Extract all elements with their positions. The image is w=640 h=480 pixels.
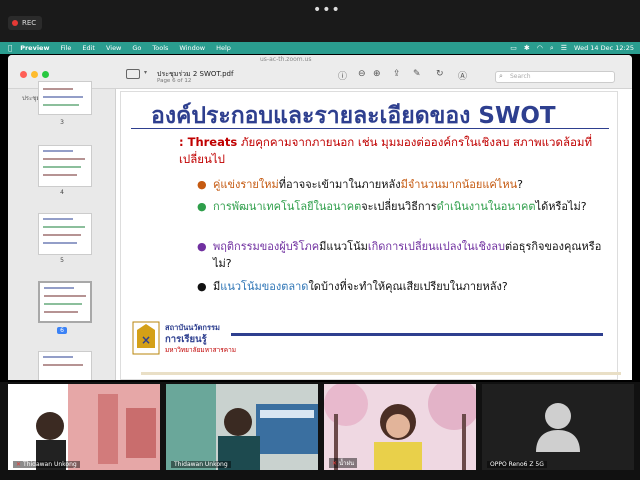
recording-dot-icon — [12, 20, 18, 26]
participant-tile[interactable]: OPPO Reno6 Z 5G — [482, 384, 634, 470]
footer-rule — [231, 333, 603, 336]
title-underline — [131, 128, 609, 129]
window-toolbar: us-ac-th.zoom.us ▾ ประชุมร่วม 2 SWOT.pdf… — [8, 55, 632, 89]
participant-name-label: Thidawan Unkong — [171, 461, 231, 468]
threats-description: ภัยคุกคามจากภายนอก เช่น มุมมองต่อองค์กรใ… — [179, 135, 593, 166]
zoom-in-icon[interactable]: ⊕ — [373, 69, 381, 79]
menu-app-preview[interactable]: Preview — [20, 44, 49, 52]
bullet-dot-icon: ● — [197, 200, 207, 213]
threats-heading: : Threats ภัยคุกคามจากภายนอก เช่น มุมมอง… — [179, 134, 599, 168]
participant-video — [8, 384, 160, 470]
page-thumbnail[interactable] — [38, 351, 92, 380]
more-options-icon[interactable]: ••• — [313, 2, 341, 18]
info-icon[interactable]: ⓘ — [338, 69, 347, 82]
participant-tile[interactable]: Thidawan Unkong — [166, 384, 318, 470]
zoom-out-icon[interactable]: ⊖ — [358, 69, 366, 79]
muted-mic-icon: ✕ — [16, 461, 22, 468]
preview-window: us-ac-th.zoom.us ▾ ประชุมร่วม 2 SWOT.pdf… — [8, 55, 632, 380]
search-placeholder: Search — [510, 73, 531, 80]
institute-logo-icon: × — [132, 321, 160, 355]
rotate-icon[interactable]: ↻ — [436, 69, 444, 79]
page-indicator: Page 6 of 12 — [157, 78, 192, 84]
bullet-dot-icon: ● — [197, 280, 207, 293]
menu-window[interactable]: Window — [179, 44, 205, 52]
page-thumbnail[interactable] — [38, 81, 92, 115]
screen-share-icon[interactable]: ▭ — [510, 44, 517, 52]
zoom-top-bar: REC ••• — [0, 0, 640, 42]
share-icon[interactable]: ⇪ — [393, 69, 401, 79]
participant-video-strip: ✕ Thidawan Unkong Thidawan Unkong ✕ น้ำฝ… — [0, 382, 640, 480]
search-icon: ⌕ — [499, 72, 503, 80]
bluetooth-icon[interactable]: ✱ — [524, 44, 530, 52]
minimize-window-button[interactable] — [31, 71, 38, 78]
bullet-item: ● มีแนวโน้มของตลาดใดบ้างที่จะทำให้คุณเสี… — [197, 280, 508, 293]
chevron-down-icon[interactable]: ▾ — [144, 69, 147, 76]
thumbnail-number: 5 — [60, 257, 64, 264]
page-thumbnail-selected[interactable] — [38, 281, 92, 323]
bullet-item: ● พฤติกรรมของผู้บริโภคมีแนวโน้มเกิดการเป… — [197, 240, 602, 270]
menu-tools[interactable]: Tools — [152, 44, 168, 52]
control-center-icon[interactable]: ☰ — [561, 44, 567, 52]
participant-name-label: ✕ Thidawan Unkong — [13, 461, 80, 468]
svg-text:×: × — [141, 333, 151, 347]
participant-tile[interactable]: ✕ น้ำฝน — [324, 384, 476, 470]
muted-mic-icon: ✕ — [332, 459, 338, 467]
threats-label: : Threats — [179, 135, 238, 149]
mac-menubar:  Preview File Edit View Go Tools Window… — [0, 42, 640, 54]
zoom-share-url: us-ac-th.zoom.us — [260, 56, 312, 63]
institute-university: มหาวิทยาลัยมหาสารคาม — [165, 346, 237, 354]
menu-help[interactable]: Help — [216, 44, 231, 52]
menu-edit[interactable]: Edit — [82, 44, 95, 52]
slide-footer: × สถาบันนวัตกรรม การเรียนรู้ มหาวิทยาลัย… — [131, 320, 621, 376]
menu-file[interactable]: File — [60, 44, 71, 52]
thumbnail-sidebar: ประชุมร่วม 2 SWOT.pdf 3 4 5 6 — [8, 81, 116, 380]
maximize-window-button[interactable] — [42, 71, 49, 78]
participant-name-label: ✕ น้ำฝน — [329, 458, 358, 468]
page-thumbnail[interactable] — [38, 213, 92, 255]
bullet-item: ● การพัฒนาเทคโนโลยีในอนาคตจะเปลี่ยนวิธีก… — [197, 200, 587, 213]
participant-name-label: OPPO Reno6 Z 5G — [487, 461, 547, 468]
participant-video — [166, 384, 318, 470]
apple-menu-icon[interactable]:  — [8, 44, 12, 52]
menu-go[interactable]: Go — [132, 44, 141, 52]
bullet-dot-icon: ● — [197, 178, 207, 191]
thumbnail-number: 3 — [60, 119, 64, 126]
search-spotlight-icon[interactable]: ⌕ — [550, 44, 554, 53]
bullet-item: ● คู่แข่งรายใหม่ที่อาจจะเข้ามาในภายหลังม… — [197, 178, 523, 191]
bullet-dot-icon: ● — [197, 240, 207, 253]
sidebar-toggle-icon[interactable] — [126, 69, 140, 79]
menubar-clock[interactable]: Wed 14 Dec 12:25 — [574, 44, 634, 52]
markup-toolbar-icon[interactable]: Ⓐ — [458, 69, 467, 82]
slide-page: องค์ประกอบและรายละเอียดของ SWOT : Threat… — [120, 91, 621, 380]
avatar-placeholder-icon — [536, 403, 580, 452]
menu-view[interactable]: View — [106, 44, 121, 52]
thumbnail-number-selected: 6 — [8, 327, 116, 334]
markup-pen-icon[interactable]: ✎ — [413, 69, 421, 79]
footer-accent-bar — [141, 372, 621, 375]
page-thumbnail[interactable] — [38, 145, 92, 187]
recording-label: REC — [22, 19, 37, 27]
participant-tile[interactable]: ✕ Thidawan Unkong — [8, 384, 160, 470]
wifi-icon[interactable]: ◠ — [537, 44, 543, 52]
close-window-button[interactable] — [20, 71, 27, 78]
thumbnail-number: 4 — [60, 189, 64, 196]
search-input[interactable]: ⌕ Search — [495, 71, 615, 83]
recording-badge[interactable]: REC — [8, 16, 43, 30]
